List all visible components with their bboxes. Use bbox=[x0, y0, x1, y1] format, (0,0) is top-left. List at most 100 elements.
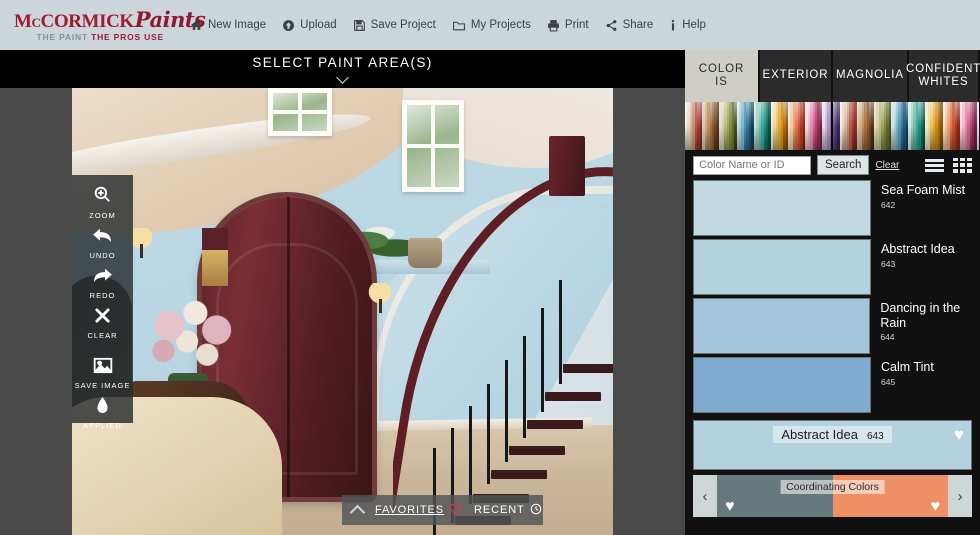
color-row-644[interactable]: Dancing in the Rain 644 bbox=[693, 298, 972, 354]
tab-exterior[interactable]: EXTERIOR bbox=[760, 50, 833, 102]
selected-color-block[interactable]: Abstract Idea 643 ♥ bbox=[693, 420, 972, 470]
logo-wordmark: McCORMICK Paints bbox=[14, 9, 206, 31]
magnifier-plus-icon bbox=[93, 185, 112, 209]
list-view-icon[interactable] bbox=[925, 158, 944, 172]
color-row-645[interactable]: Calm Tint 645 bbox=[693, 357, 972, 413]
favorite-heart-icon[interactable]: ♥ bbox=[954, 426, 964, 443]
stair-step bbox=[563, 364, 613, 373]
info-icon bbox=[669, 19, 677, 32]
select-paint-area-bar[interactable]: SELECT PAINT AREA(S) bbox=[0, 50, 685, 88]
tool-undo[interactable]: UNDO bbox=[72, 227, 133, 260]
tab-color-is[interactable]: COLOR IS bbox=[685, 50, 760, 102]
chevron-up-icon[interactable] bbox=[349, 504, 366, 520]
selected-color-pill: Abstract Idea 643 bbox=[773, 426, 892, 443]
tool-applied-label: APPLIED bbox=[83, 421, 122, 430]
favorite-heart-icon[interactable]: ♥ bbox=[931, 499, 941, 515]
palette-tabs: COLOR IS EXTERIOR MAGNOLIA CONFIDENT WHI… bbox=[685, 50, 980, 102]
recent-tab[interactable]: RECENT bbox=[474, 503, 542, 518]
search-button[interactable]: Search bbox=[817, 155, 870, 175]
tool-clear[interactable]: CLEAR bbox=[72, 307, 133, 340]
tab-confident-whites[interactable]: CONFIDENT WHITES bbox=[906, 50, 980, 102]
tool-zoom-label: ZOOM bbox=[89, 211, 116, 220]
tool-redo-label: REDO bbox=[89, 291, 116, 300]
toolbar-help-label: Help bbox=[682, 19, 706, 31]
clock-icon bbox=[530, 503, 542, 518]
toolbar-help[interactable]: Help bbox=[669, 19, 706, 32]
paint-visualizer-app: McCORMICK Paints THE PAINT THE PROS USE … bbox=[0, 0, 980, 535]
main-toolbar: New Image Upload Save Project My Project… bbox=[190, 19, 706, 32]
coordinating-next-button[interactable]: › bbox=[948, 475, 972, 517]
color-panel: COLOR IS EXTERIOR MAGNOLIA CONFIDENT WHI… bbox=[685, 50, 980, 535]
arrow-undo-icon bbox=[92, 227, 113, 249]
tab-magnolia-label: MAGNOLIA bbox=[836, 69, 904, 82]
color-name: Dancing in the Rain bbox=[880, 301, 961, 330]
image-tool-rail: ZOOM UNDO REDO CLEAR SAVE IMAGE APPLIED bbox=[72, 175, 133, 430]
paint-drop-icon bbox=[96, 397, 109, 419]
tool-save-image[interactable]: SAVE IMAGE bbox=[72, 357, 133, 390]
logo-tagline: THE PAINT THE PROS USE bbox=[14, 33, 164, 42]
favorites-tab[interactable]: FAVORITES bbox=[375, 503, 462, 518]
recent-label: RECENT bbox=[474, 504, 525, 516]
coordinating-colors-label: Coordinating Colors bbox=[780, 480, 885, 494]
tab-confident-whites-label: CONFIDENT WHITES bbox=[906, 62, 980, 88]
color-swatch[interactable] bbox=[693, 239, 871, 295]
color-swatch[interactable] bbox=[693, 298, 871, 354]
home-icon bbox=[190, 19, 203, 32]
selected-color-id: 643 bbox=[866, 431, 884, 442]
window-glass bbox=[273, 93, 327, 131]
toolbar-my-projects-label: My Projects bbox=[470, 19, 531, 31]
toolbar-share-label: Share bbox=[622, 19, 654, 31]
toolbar-save-project-label: Save Project bbox=[370, 19, 436, 31]
favorites-recent-bar: FAVORITES RECENT bbox=[342, 495, 543, 525]
toolbar-share[interactable]: Share bbox=[605, 19, 654, 32]
tool-applied[interactable]: APPLIED bbox=[72, 397, 133, 430]
toolbar-new-image-label: New Image bbox=[208, 19, 267, 31]
clear-link[interactable]: Clear bbox=[875, 160, 899, 171]
tagline-light: THE PAINT bbox=[36, 31, 92, 42]
heart-outline-icon bbox=[449, 503, 462, 518]
app-header: McCORMICK Paints THE PAINT THE PROS USE … bbox=[0, 0, 980, 50]
folder-icon bbox=[452, 19, 466, 32]
canvas-area: SELECT PAINT AREA(S) ZOOM UNDO REDO CLEA… bbox=[0, 50, 685, 535]
toolbar-new-image[interactable]: New Image bbox=[190, 19, 266, 32]
color-row-643[interactable]: Abstract Idea 643 bbox=[693, 239, 972, 295]
grid-view-icon[interactable] bbox=[953, 157, 972, 173]
wall-lamp bbox=[202, 228, 228, 286]
stair-step bbox=[527, 420, 583, 429]
toolbar-my-projects[interactable]: My Projects bbox=[452, 19, 531, 32]
tool-zoom[interactable]: ZOOM bbox=[72, 185, 133, 220]
baluster bbox=[487, 384, 490, 484]
search-input[interactable] bbox=[693, 155, 811, 175]
toolbar-upload-label: Upload bbox=[300, 19, 337, 31]
baluster bbox=[541, 308, 544, 412]
baluster bbox=[469, 406, 472, 504]
color-id: 642 bbox=[881, 199, 896, 210]
toolbar-save-project[interactable]: Save Project bbox=[353, 19, 436, 32]
tool-undo-label: UNDO bbox=[89, 251, 116, 260]
toolbar-upload[interactable]: Upload bbox=[282, 19, 337, 32]
coordinating-prev-button[interactable]: ‹ bbox=[693, 475, 717, 517]
favorite-heart-icon[interactable]: ♥ bbox=[725, 499, 735, 515]
room-photo[interactable] bbox=[72, 88, 613, 535]
color-info: Abstract Idea 643 bbox=[871, 239, 955, 269]
tool-clear-label: CLEAR bbox=[87, 331, 118, 340]
tab-magnolia[interactable]: MAGNOLIA bbox=[833, 50, 909, 102]
chevron-down-icon[interactable] bbox=[336, 70, 349, 84]
color-info: Dancing in the Rain 644 bbox=[870, 298, 972, 342]
color-swatch[interactable] bbox=[693, 357, 871, 413]
arrow-redo-icon bbox=[92, 267, 113, 289]
brand-logo[interactable]: McCORMICK Paints THE PAINT THE PROS USE bbox=[14, 9, 206, 42]
toolbar-print-label: Print bbox=[564, 19, 589, 31]
color-swatch[interactable] bbox=[693, 180, 871, 236]
floppy-disk-icon bbox=[353, 19, 366, 32]
toolbar-print[interactable]: Print bbox=[547, 19, 589, 32]
tab-exterior-label: EXTERIOR bbox=[762, 69, 829, 82]
color-name: Abstract Idea bbox=[881, 242, 955, 256]
color-name: Calm Tint bbox=[881, 360, 934, 374]
baluster bbox=[505, 360, 508, 462]
stair-step bbox=[509, 446, 565, 455]
tab-color-is-label: COLOR IS bbox=[698, 62, 745, 88]
color-row-642[interactable]: Sea Foam Mist 642 bbox=[693, 180, 972, 236]
tool-redo[interactable]: REDO bbox=[72, 267, 133, 300]
selected-color-name: Abstract Idea bbox=[781, 427, 858, 442]
